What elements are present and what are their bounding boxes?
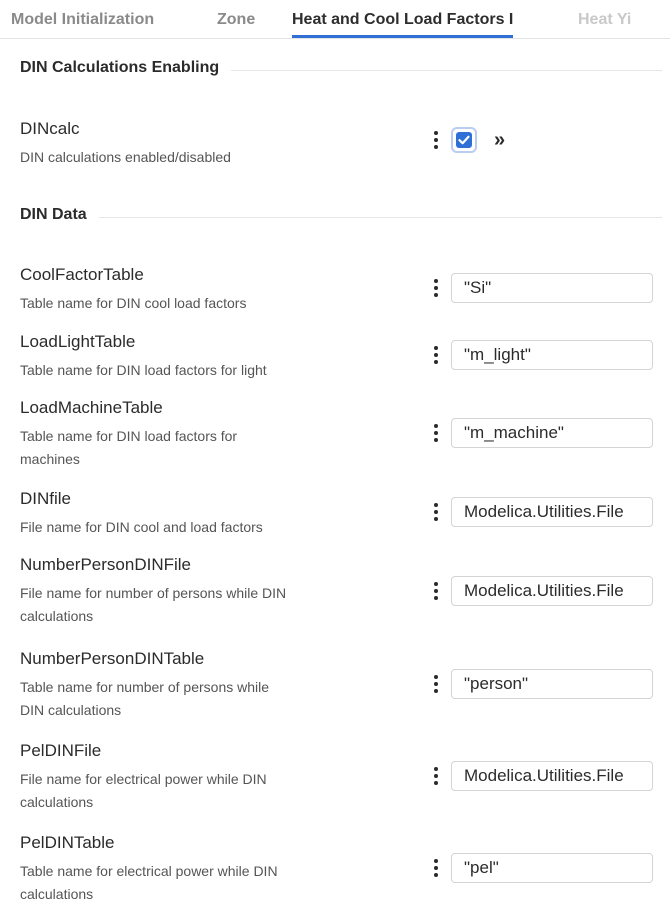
kebab-menu-icon[interactable] [432, 582, 440, 602]
kebab-menu-icon[interactable] [432, 859, 440, 879]
tab-zone[interactable]: Zone [217, 0, 255, 38]
value-field-pel-dintable[interactable]: "pel" [451, 853, 653, 883]
param-desc-pel-dinfile: File name for electrical power while DIN… [20, 768, 350, 814]
kebab-menu-icon[interactable] [432, 675, 440, 695]
param-desc-line: Table name for DIN cool load factors [20, 295, 247, 311]
double-chevron-right-icon[interactable]: » [494, 129, 505, 151]
param-desc-line: calculations [20, 886, 94, 902]
param-desc-line: Table name for electrical power while DI… [20, 863, 278, 879]
kebab-menu-icon[interactable] [432, 767, 440, 787]
param-desc-number-person-dinfile: File name for number of persons while DI… [20, 582, 350, 628]
tab-overflow-fade [630, 0, 670, 38]
section-heading-enabling: DIN Calculations Enabling [20, 59, 232, 77]
checkmark-icon [456, 132, 472, 148]
value-field-load-light-table[interactable]: "m_light" [451, 340, 653, 370]
param-desc-number-person-dintable: Table name for number of persons while DI… [20, 676, 350, 722]
param-desc-line: Table name for DIN load factors for ligh… [20, 362, 267, 378]
tab-bar: Model Initialization Zone Heat and Cool … [0, 0, 670, 39]
param-name-pel-dintable: PelDINTable [20, 833, 115, 852]
value-field-cool-factor-table[interactable]: "Si" [451, 273, 653, 303]
param-name-cool-factor-table: CoolFactorTable [20, 265, 144, 284]
kebab-menu-icon[interactable] [432, 424, 440, 444]
param-name-dinfile: DINfile [20, 489, 72, 508]
dincalc-checkbox[interactable] [451, 127, 477, 153]
param-desc-line: DIN calculations [20, 702, 122, 718]
param-name-pel-dinfile: PelDINFile [20, 741, 102, 760]
kebab-menu-icon[interactable] [432, 131, 440, 151]
param-desc-line: File name for number of persons while DI… [20, 585, 287, 601]
param-desc-line: calculations [20, 794, 94, 810]
value-field-number-person-dinfile[interactable]: Modelica.Utilities.File [451, 576, 653, 606]
param-desc-line: calculations [20, 608, 94, 624]
param-desc-load-light-table: Table name for DIN load factors for ligh… [20, 359, 350, 382]
param-desc-cool-factor-table: Table name for DIN cool load factors [20, 292, 350, 315]
section-heading-din-data: DIN Data [20, 206, 99, 224]
value-field-pel-dinfile[interactable]: Modelica.Utilities.File [451, 761, 653, 791]
value-field-number-person-dintable[interactable]: "person" [451, 669, 653, 699]
param-name-load-light-table: LoadLightTable [20, 332, 136, 351]
param-name-number-person-dintable: NumberPersonDINTable [20, 649, 205, 668]
param-desc-line: Table name for DIN load factors for [20, 428, 238, 444]
tab-heat-yield[interactable]: Heat Yi [578, 0, 631, 38]
section-divider [20, 217, 662, 218]
param-name-load-machine-table: LoadMachineTable [20, 398, 163, 417]
tab-heat-and-cool-load-factors[interactable]: Heat and Cool Load Factors I [292, 0, 514, 38]
param-desc-line: machines [20, 451, 80, 467]
param-name-dincalc: DINcalc [20, 119, 80, 138]
tab-model-initialization[interactable]: Model Initialization [11, 0, 154, 38]
value-field-load-machine-table[interactable]: "m_machine" [451, 418, 653, 448]
kebab-menu-icon[interactable] [432, 346, 440, 366]
param-desc-dinfile: File name for DIN cool and load factors [20, 516, 350, 539]
kebab-menu-icon[interactable] [432, 503, 440, 523]
param-desc-load-machine-table: Table name for DIN load factors for machi… [20, 425, 350, 471]
value-field-dinfile[interactable]: Modelica.Utilities.File [451, 497, 653, 527]
param-name-number-person-dinfile: NumberPersonDINFile [20, 555, 191, 574]
param-desc-pel-dintable: Table name for electrical power while DI… [20, 860, 350, 906]
param-desc-line: File name for DIN cool and load factors [20, 519, 263, 535]
param-desc-line: File name for electrical power while DIN [20, 771, 267, 787]
param-desc-line: Table name for number of persons while [20, 679, 270, 695]
kebab-menu-icon[interactable] [432, 279, 440, 299]
param-desc-dincalc: DIN calculations enabled/disabled [20, 149, 231, 165]
